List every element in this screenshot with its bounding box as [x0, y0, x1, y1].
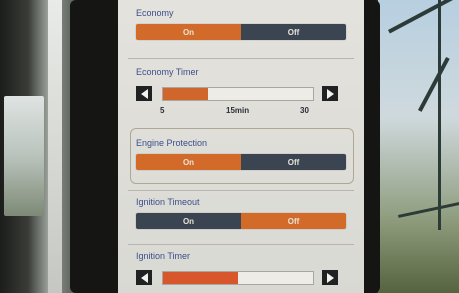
economy-timer-fill — [163, 88, 208, 100]
economy-timer-value-label: 15min — [226, 106, 250, 115]
economy-on-button[interactable]: On — [136, 24, 241, 40]
economy-toggle: On Off — [136, 24, 346, 40]
section-divider — [128, 58, 354, 59]
window-frame-bar — [398, 200, 459, 218]
section-divider — [128, 244, 354, 245]
ignition-timeout-label: Ignition Timeout — [136, 197, 200, 207]
arrow-left-icon — [140, 88, 148, 99]
economy-timer-slider[interactable] — [162, 87, 314, 101]
ignition-timer-decrease-button[interactable] — [136, 270, 152, 285]
cab-pillar — [48, 0, 62, 293]
ignition-timer-increase-button[interactable] — [322, 270, 338, 285]
ignition-timer-slider[interactable] — [162, 271, 314, 285]
economy-off-button[interactable]: Off — [241, 24, 346, 40]
engine-protection-label: Engine Protection — [136, 138, 208, 148]
settings-screen: Economy On Off Economy Timer 5 15min 30 … — [118, 0, 364, 293]
economy-timer-increase-button[interactable] — [322, 86, 338, 101]
economy-timer-decrease-button[interactable] — [136, 86, 152, 101]
cab-window-right — [378, 0, 459, 293]
cab-interior-left — [0, 0, 80, 293]
ignition-timeout-on-button[interactable]: On — [136, 213, 241, 229]
ignition-timeout-toggle: On Off — [136, 213, 346, 229]
ignition-timer-label: Ignition Timer — [136, 251, 191, 261]
engine-protection-toggle: On Off — [136, 154, 346, 170]
ignition-timer-fill — [163, 272, 238, 284]
economy-label: Economy — [136, 8, 174, 18]
ignition-timeout-off-button[interactable]: Off — [241, 213, 346, 229]
engine-protection-off-button[interactable]: Off — [241, 154, 346, 170]
economy-timer-max-label: 30 — [300, 106, 309, 115]
economy-timer-min-label: 5 — [160, 106, 165, 115]
arrow-right-icon — [326, 88, 334, 99]
economy-timer-label: Economy Timer — [136, 67, 199, 77]
arrow-left-icon — [140, 272, 148, 283]
window-frame-bar — [388, 0, 459, 34]
section-divider — [128, 190, 354, 191]
cab-window-left — [4, 96, 44, 216]
engine-protection-on-button[interactable]: On — [136, 154, 241, 170]
arrow-right-icon — [326, 272, 334, 283]
window-frame-bar — [418, 57, 450, 112]
window-frame-post — [438, 0, 441, 230]
